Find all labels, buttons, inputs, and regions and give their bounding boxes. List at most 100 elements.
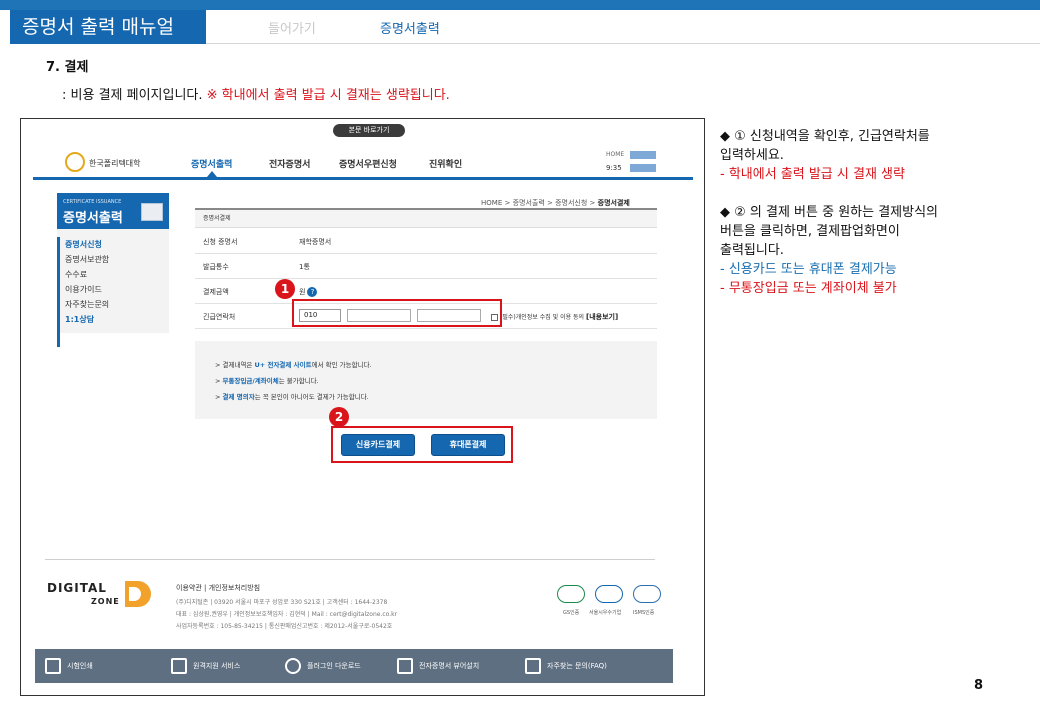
payment-page-screenshot: 본문 바로가기 한국폴리텍대학 증명서출력 전자증명서 증명서우편신청 진위확인… [20, 118, 705, 696]
bb-remote-support[interactable]: 원격지원 서비스 [171, 649, 240, 683]
home-icon [45, 658, 61, 674]
callout-badge-2: 2 [329, 407, 349, 427]
privacy-view-link[interactable]: [내용보기] [586, 313, 618, 321]
side-item-faq[interactable]: 자주찾는문의 [65, 299, 109, 310]
breadcrumb: HOME > 증명서출력 > 증명서신청 > 증명서결제 [481, 199, 630, 207]
note-2-line-b: 버튼을 클릭하면, 결제팝업화면이 [720, 224, 900, 239]
bb-test-print-label: 시험인쇄 [67, 662, 93, 670]
nav-current-section: 증명서출력 [380, 22, 440, 37]
gnb-verify[interactable]: 진위확인 [429, 157, 462, 170]
site-logo[interactable]: 한국폴리텍대학 [65, 149, 155, 179]
logo-mark-icon [65, 152, 85, 172]
side-item-storage[interactable]: 증명서보관함 [65, 254, 109, 265]
side-item-apply[interactable]: 증명서신청 [65, 239, 102, 250]
bb-viewer-install[interactable]: 전자증명서 뷰어설치 [397, 649, 479, 683]
info-line-1-a: > 결제내역은 [215, 361, 255, 369]
title-divider [206, 43, 1040, 44]
amount-unit: 원 [299, 288, 306, 296]
gnb-underline [33, 177, 693, 180]
breadcrumb-cert-print[interactable]: 증명서출력 [513, 199, 545, 207]
bb-plugin-download[interactable]: 플러그인 다운로드 [285, 649, 361, 683]
step-title: 7. 결제 [46, 60, 89, 75]
side-item-fee[interactable]: 수수료 [65, 269, 87, 280]
contact-label: 긴급연락처 [203, 313, 236, 321]
privacy-agree-text: (필수)개인정보 수집 및 이용 동의 [500, 314, 585, 321]
note-1-line-a: ◆ ① 신청내역을 확인후, 긴급연락처를 [720, 129, 930, 144]
info-line-2-a: > [215, 377, 223, 385]
help-icon[interactable]: ? [307, 287, 318, 297]
brand-d-mark-icon [125, 581, 151, 607]
info-line-3: > 결제 명의자는 꼭 본인이 아니어도 결제가 가능합니다. [215, 391, 369, 401]
copies-value: 1통 [299, 263, 310, 271]
note-2-line-e: - 무통장입금 또는 계좌이체 불가 [720, 281, 897, 296]
credit-card-pay-button[interactable]: 신용카드결제 [341, 434, 415, 456]
breadcrumb-current: 증명서결제 [597, 199, 630, 207]
highlight-contact-input [292, 299, 502, 327]
row-cert: 신청 증명서 재학증명서 [195, 229, 657, 254]
isms-cert-caption: ISMS인증 [633, 610, 655, 616]
side-menu-title: 증명서출력 [63, 211, 123, 226]
gnb-cert-print[interactable]: 증명서출력 [191, 157, 232, 170]
bb-test-print[interactable]: 시험인쇄 [45, 649, 93, 683]
amount-value: 원? [299, 287, 318, 297]
footer-line-1: (주)디지털존 | 03920 서울시 마포구 성암로 330 S21호 | 고… [176, 599, 388, 606]
info-line-3-b: 결제 명의자 [222, 393, 255, 401]
footer-links[interactable]: 이용약관 | 개인정보처리방침 [176, 583, 260, 593]
seoul-cert-caption: 서울시우수기업 [589, 610, 622, 616]
step-description: : 비용 결제 페이지입니다. ※ 학내에서 출력 발급 시 결재는 생략됩니다… [62, 84, 450, 103]
bb-viewer-install-label: 전자증명서 뷰어설치 [419, 662, 480, 670]
step-warning: ※ 학내에서 출력 발급 시 결재는 생략됩니다. [206, 88, 450, 103]
logo-text: 한국폴리텍대학 [89, 159, 141, 168]
mobile-pay-button[interactable]: 휴대폰결제 [431, 434, 505, 456]
gs-cert-caption: GS인증 [563, 610, 580, 616]
faq-icon [525, 658, 541, 674]
home-link[interactable]: HOME [606, 151, 624, 158]
bb-plugin-download-label: 플러그인 다운로드 [307, 662, 361, 670]
brand-digital: DIGITAL [47, 581, 107, 595]
gnb-mail-request[interactable]: 증명서우편신청 [339, 157, 397, 170]
amount-label: 결제금액 [203, 288, 229, 296]
header-shortcut-button[interactable] [630, 151, 656, 159]
download-icon [397, 658, 413, 674]
note-2-line-c: 출력됩니다. [720, 243, 784, 258]
printer-icon [141, 203, 163, 221]
brand-zone: ZONE [91, 597, 120, 606]
session-clock: 9:35 [606, 164, 622, 172]
breadcrumb-home[interactable]: HOME [481, 199, 502, 207]
cert-label: 신청 증명서 [203, 238, 238, 246]
gs-cert-icon [557, 585, 585, 603]
note-2-line-a: ◆ ② 의 결제 버튼 중 원하는 결제방식의 [720, 205, 939, 220]
privacy-agree[interactable]: (필수)개인정보 수집 및 이용 동의 [내용보기] [491, 312, 618, 322]
isms-cert-icon [633, 585, 661, 603]
gnb-e-cert[interactable]: 전자증명서 [269, 157, 310, 170]
side-item-guide[interactable]: 이용가이드 [65, 284, 102, 295]
page-number: 8 [974, 678, 984, 693]
info-line-2: > 무통장입금/계좌이체는 불가합니다. [215, 375, 319, 385]
info-line-1-c: 에서 확인 가능합니다. [311, 361, 372, 369]
side-menu: CERTIFICATE ISSUANCE 증명서출력 증명서신청 증명서보관함 … [57, 193, 169, 347]
header-extend-button[interactable] [630, 164, 656, 172]
manual-title: 증명서 출력 매뉴얼 [10, 10, 206, 44]
cert-value: 재학증명서 [299, 238, 332, 246]
info-line-3-c: 는 꼭 본인이 아니어도 결제가 가능합니다. [254, 393, 369, 401]
side-item-qna[interactable]: 1:1상담 [65, 314, 94, 325]
breadcrumb-apply[interactable]: 증명서신청 [555, 199, 587, 207]
digitalzone-logo: DIGITAL ZONE [47, 579, 157, 609]
info-line-2-b: 무통장입금/계좌이체 [222, 377, 279, 385]
nav-prev-section: 들어가기 [268, 22, 316, 37]
bb-faq-label: 자주찾는 문의(FAQ) [547, 662, 607, 670]
footer-divider [45, 559, 655, 560]
footer-line-2: 대표 : 심상원,권영우 | 개인정보보호책임자 : 김현덕 | Mail : … [176, 611, 398, 618]
info-line-1-link[interactable]: U+ 전자결제 사이트 [254, 361, 311, 369]
form-title: 증명서결제 [195, 210, 657, 228]
footer-line-3: 사업자등록번호 : 105-85-34215 | 통신판매업신고번호 : 제20… [176, 623, 393, 630]
note-2-line-d: - 신용카드 또는 휴대폰 결제가능 [720, 262, 897, 277]
note-1-line-b: 입력하세요. [720, 148, 784, 163]
info-line-2-c: 는 불가합니다. [278, 377, 319, 385]
bb-faq[interactable]: 자주찾는 문의(FAQ) [525, 649, 607, 683]
skip-to-content-button[interactable]: 본문 바로가기 [333, 124, 405, 137]
side-menu-english: CERTIFICATE ISSUANCE [63, 199, 122, 205]
step-desc-text: : 비용 결제 페이지입니다. [62, 88, 207, 103]
top-accent-bar [0, 0, 1040, 10]
bb-remote-support-label: 원격지원 서비스 [193, 662, 241, 670]
